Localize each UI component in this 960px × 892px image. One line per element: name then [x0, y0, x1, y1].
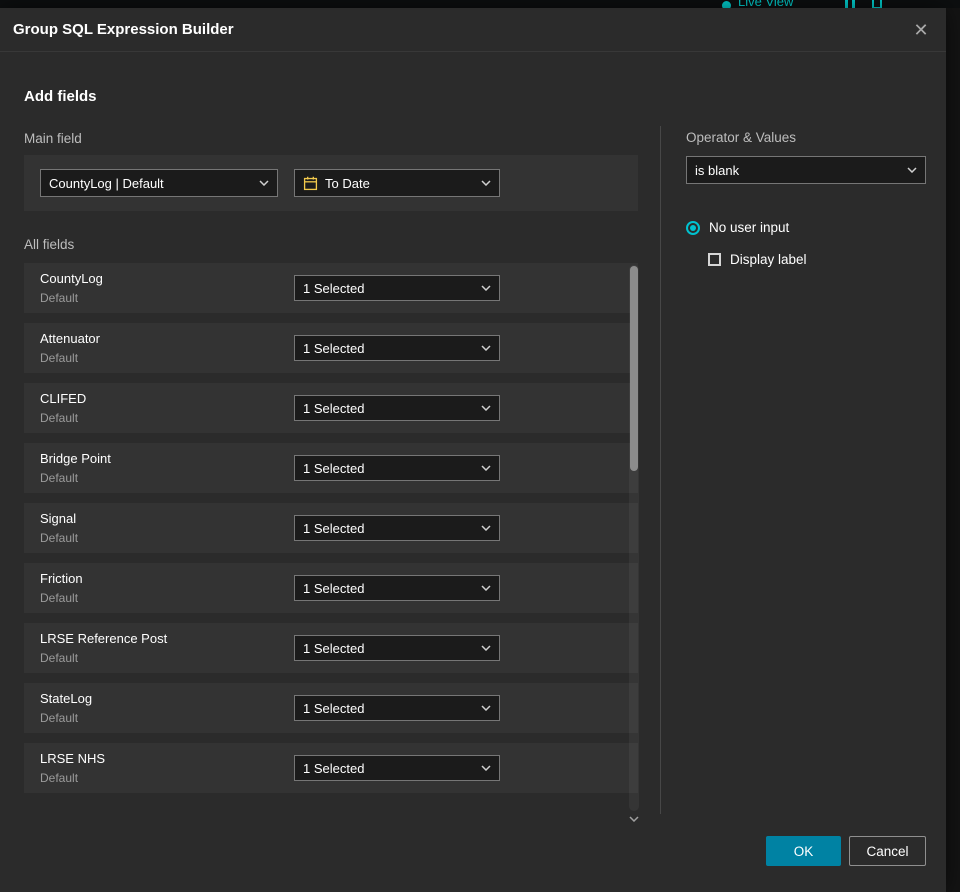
field-name: Attenuator: [40, 331, 100, 346]
field-row: LRSE NHS Default 1 Selected: [24, 743, 638, 793]
main-field-panel: CountyLog | Default To Date: [24, 155, 638, 211]
no-user-input-label: No user input: [709, 220, 790, 235]
selected-count-label: 1 Selected: [303, 460, 365, 476]
scrollbar-thumb[interactable]: [630, 266, 638, 471]
chevron-down-icon: [481, 705, 491, 711]
field-name: StateLog: [40, 691, 93, 706]
scrollbar[interactable]: [629, 265, 639, 822]
field-selected-dropdown[interactable]: 1 Selected: [294, 695, 500, 721]
chevron-down-icon: [259, 180, 269, 186]
cancel-button[interactable]: Cancel: [849, 836, 926, 866]
chevron-down-icon: [907, 167, 917, 173]
field-selected-dropdown[interactable]: 1 Selected: [294, 575, 500, 601]
field-name: LRSE Reference Post: [40, 631, 168, 646]
page-backdrop: Live View Group SQL Expression Builder ✕…: [0, 0, 960, 892]
field-row: CountyLog Default 1 Selected: [24, 263, 638, 313]
chevron-down-icon: [481, 525, 491, 531]
operator-values-heading: Operator & Values: [686, 130, 797, 145]
all-fields-label: All fields: [24, 237, 75, 252]
field-row: Attenuator Default 1 Selected: [24, 323, 638, 373]
field-subtitle: Default: [40, 531, 79, 545]
add-fields-heading: Add fields: [24, 88, 97, 105]
field-name: LRSE NHS: [40, 751, 106, 766]
field-name: CountyLog: [40, 271, 103, 286]
all-fields-list: CountyLog Default 1 Selected Attenuator …: [24, 263, 638, 803]
field-subtitle: Default: [40, 771, 79, 785]
field-subtitle: Default: [40, 471, 79, 485]
field-name: Bridge Point: [40, 451, 111, 466]
checkbox-unchecked-icon[interactable]: [708, 253, 721, 266]
selected-count-label: 1 Selected: [303, 700, 365, 716]
field-name: Friction: [40, 571, 83, 586]
backdrop-toolbar: Live View: [0, 0, 960, 8]
field-selected-dropdown[interactable]: 1 Selected: [294, 515, 500, 541]
field-subtitle: Default: [40, 351, 79, 365]
field-name: CLIFED: [40, 391, 87, 406]
pause-icon[interactable]: [845, 0, 859, 8]
panel-icon[interactable]: [872, 0, 882, 8]
field-subtitle: Default: [40, 711, 79, 725]
ok-button[interactable]: OK: [766, 836, 841, 866]
field-subtitle: Default: [40, 291, 79, 305]
field-name: Signal: [40, 511, 77, 526]
operator-select[interactable]: is blank: [686, 156, 926, 184]
main-field-label: Main field: [24, 131, 82, 146]
display-label-checkbox[interactable]: Display label: [708, 252, 807, 267]
field-selected-dropdown[interactable]: 1 Selected: [294, 335, 500, 361]
display-label-label: Display label: [730, 252, 807, 267]
selected-count-label: 1 Selected: [303, 280, 365, 296]
field-subtitle: Default: [40, 651, 79, 665]
chevron-down-icon: [481, 765, 491, 771]
field-selected-dropdown[interactable]: 1 Selected: [294, 275, 500, 301]
field-selected-dropdown[interactable]: 1 Selected: [294, 755, 500, 781]
field-subtitle: Default: [40, 411, 79, 425]
selected-count-label: 1 Selected: [303, 400, 365, 416]
dialog-title: Group SQL Expression Builder: [13, 21, 234, 38]
field-row: Friction Default 1 Selected: [24, 563, 638, 613]
field-row: LRSE Reference Post Default 1 Selected: [24, 623, 638, 673]
group-sql-expression-builder-dialog: Group SQL Expression Builder ✕ Add field…: [0, 8, 946, 892]
radio-selected-icon[interactable]: [686, 220, 700, 235]
field-row: StateLog Default 1 Selected: [24, 683, 638, 733]
selected-count-label: 1 Selected: [303, 340, 365, 356]
no-user-input-radio[interactable]: No user input: [686, 220, 789, 235]
main-field-select-value: CountyLog | Default: [49, 175, 164, 191]
close-icon[interactable]: ✕: [909, 18, 933, 42]
field-row: Bridge Point Default 1 Selected: [24, 443, 638, 493]
chevron-down-icon: [481, 645, 491, 651]
chevron-down-icon: [481, 345, 491, 351]
live-view-dot-icon: [722, 1, 731, 8]
operator-select-value: is blank: [695, 162, 740, 178]
main-field-select[interactable]: CountyLog | Default: [40, 169, 278, 197]
live-view-label: Live View: [738, 0, 794, 8]
chevron-down-icon: [481, 585, 491, 591]
chevron-down-icon: [481, 180, 491, 186]
selected-count-label: 1 Selected: [303, 760, 365, 776]
selected-count-label: 1 Selected: [303, 520, 365, 536]
chevron-down-icon: [481, 285, 491, 291]
field-row: Signal Default 1 Selected: [24, 503, 638, 553]
scroll-down-icon[interactable]: [629, 813, 639, 825]
vertical-divider: [660, 126, 661, 814]
main-field-date-select[interactable]: To Date: [294, 169, 500, 197]
calendar-icon: [303, 176, 318, 191]
field-selected-dropdown[interactable]: 1 Selected: [294, 395, 500, 421]
selected-count-label: 1 Selected: [303, 640, 365, 656]
field-row: CLIFED Default 1 Selected: [24, 383, 638, 433]
dialog-header: Group SQL Expression Builder ✕: [0, 8, 946, 52]
selected-count-label: 1 Selected: [303, 580, 365, 596]
field-selected-dropdown[interactable]: 1 Selected: [294, 455, 500, 481]
chevron-down-icon: [481, 465, 491, 471]
field-selected-dropdown[interactable]: 1 Selected: [294, 635, 500, 661]
date-select-value: To Date: [325, 175, 370, 191]
field-subtitle: Default: [40, 591, 79, 605]
chevron-down-icon: [481, 405, 491, 411]
